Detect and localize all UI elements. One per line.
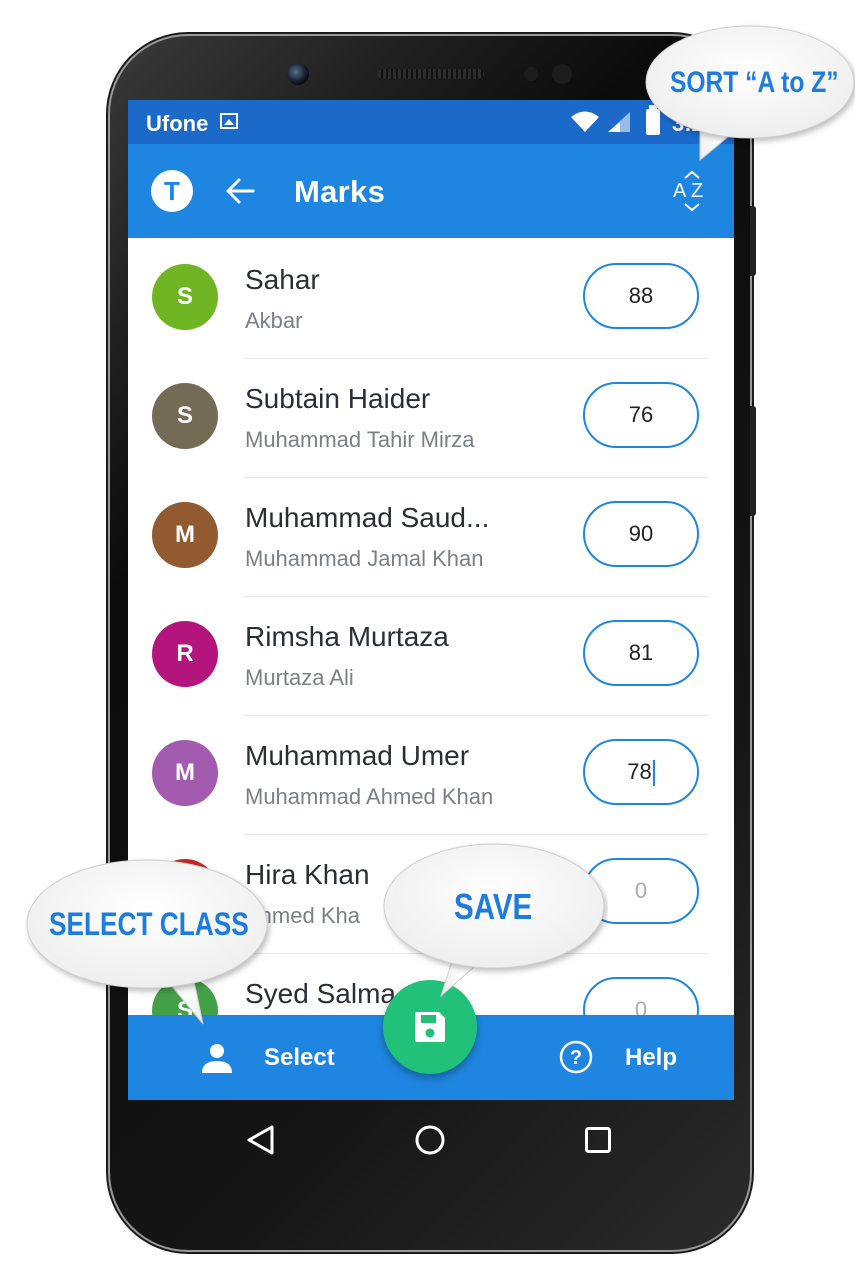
save-callout: SAVE xyxy=(383,840,608,1000)
power-button xyxy=(750,406,756,516)
light-sensor xyxy=(552,64,572,84)
carrier-name: Ufone xyxy=(146,111,209,136)
mark-input[interactable]: 90 xyxy=(583,501,699,567)
list-item[interactable]: S Sahar Akbar 88 xyxy=(128,240,734,359)
save-icon xyxy=(415,1012,445,1042)
avatar: M xyxy=(152,502,218,568)
save-callout-text: SAVE xyxy=(454,886,533,927)
mark-input-active[interactable]: 78 xyxy=(583,739,699,805)
select-button[interactable]: Select xyxy=(264,1044,335,1072)
sort-callout: SORT “A to Z” xyxy=(640,10,855,165)
signal-icon xyxy=(608,112,630,132)
text-cursor xyxy=(652,760,655,787)
student-name: Muhammad Saud... xyxy=(245,502,490,533)
parent-name: Murtaza Ali xyxy=(245,665,354,690)
avatar: S xyxy=(152,264,218,330)
earpiece-speaker xyxy=(378,69,484,79)
avatar: R xyxy=(152,621,218,687)
list-item[interactable]: M Muhammad Umer Muhammad Ahmed Khan 78 xyxy=(128,716,734,835)
front-camera xyxy=(287,63,309,85)
help-icon[interactable]: ? xyxy=(559,1040,593,1074)
mark-input[interactable]: 81 xyxy=(583,620,699,686)
mark-value: 78 xyxy=(627,759,652,784)
list-item[interactable]: M Muhammad Saud... Muhammad Jamal Khan 9… xyxy=(128,478,734,597)
volume-button xyxy=(750,206,756,276)
list-item[interactable]: R Rimsha Murtaza Murtaza Ali 81 xyxy=(128,597,734,716)
student-name: Rimsha Murtaza xyxy=(245,621,449,652)
recents-nav-icon[interactable] xyxy=(584,1126,612,1154)
image-notification-icon xyxy=(220,113,238,129)
person-icon[interactable] xyxy=(200,1042,234,1074)
parent-name: Muhammad Ahmed Khan xyxy=(245,784,494,809)
mark-input[interactable]: 88 xyxy=(583,263,699,329)
wifi-icon xyxy=(571,111,599,132)
parent-name: Muhammad Tahir Mirza xyxy=(245,427,475,452)
proximity-sensor xyxy=(524,67,538,81)
select-class-callout-text: SELECT CLASS xyxy=(49,906,249,942)
svg-text:Z: Z xyxy=(691,180,703,202)
student-name: Subtain Haider xyxy=(245,383,431,414)
avatar: S xyxy=(152,383,218,449)
parent-name: Muhammad Jamal Khan xyxy=(245,546,484,571)
app-logo: T xyxy=(151,170,193,212)
student-name: Muhammad Umer xyxy=(245,740,470,771)
help-button[interactable]: Help xyxy=(625,1044,677,1072)
back-arrow-icon[interactable] xyxy=(225,177,255,205)
parent-name: Akbar xyxy=(245,308,303,333)
home-nav-icon[interactable] xyxy=(414,1124,446,1156)
student-name: Sahar xyxy=(245,264,320,295)
sort-a-to-z-icon[interactable]: A Z xyxy=(672,170,712,212)
mark-input[interactable]: 76 xyxy=(583,382,699,448)
svg-text:A: A xyxy=(673,180,687,202)
select-class-callout: SELECT CLASS xyxy=(25,858,275,1028)
page-title: Marks xyxy=(294,174,386,209)
svg-text:?: ? xyxy=(570,1047,582,1069)
sort-callout-text: SORT “A to Z” xyxy=(670,66,839,99)
avatar: M xyxy=(152,740,218,806)
back-nav-icon[interactable] xyxy=(246,1124,276,1156)
list-item[interactable]: S Subtain Haider Muhammad Tahir Mirza 76 xyxy=(128,359,734,478)
